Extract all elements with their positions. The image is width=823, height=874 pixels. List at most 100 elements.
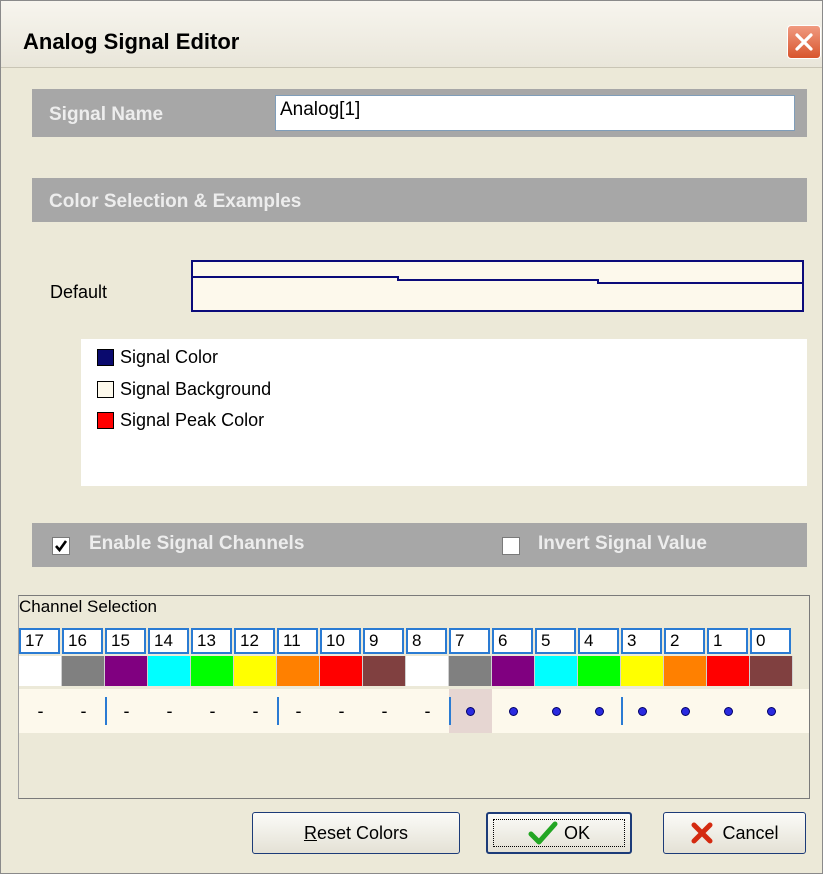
- channel-enabled-dot: [767, 706, 776, 716]
- ok-focus-ring: [493, 819, 625, 847]
- channel-state-cell[interactable]: [535, 689, 578, 733]
- color-section-label: Color Selection & Examples: [49, 191, 302, 212]
- title-bar[interactable]: Analog Signal Editor: [1, 1, 822, 68]
- channel-color-cell[interactable]: [105, 656, 148, 686]
- channel-number[interactable]: 7: [449, 628, 490, 654]
- signal-preview[interactable]: [191, 260, 804, 312]
- reset-colors-button[interactable]: Reset Colors: [252, 812, 460, 854]
- channel-color-cell[interactable]: [191, 656, 234, 686]
- channel-number[interactable]: 5: [535, 628, 576, 654]
- legend-item-signal-color[interactable]: Signal Color: [97, 346, 218, 368]
- channel-state-cell[interactable]: -: [191, 689, 234, 733]
- channel-color-cell[interactable]: [535, 656, 578, 686]
- channel-group-separator: [449, 697, 451, 725]
- channel-color-cell[interactable]: [62, 656, 105, 686]
- signal-preview-trace: [193, 276, 802, 284]
- channel-number[interactable]: 15: [105, 628, 146, 654]
- channel-disabled-mark: -: [338, 700, 345, 721]
- channel-number[interactable]: 13: [191, 628, 232, 654]
- swatch-signal-color: [97, 348, 114, 366]
- channel-number[interactable]: 14: [148, 628, 189, 654]
- channel-color-cell[interactable]: [707, 656, 750, 686]
- close-button[interactable]: [787, 25, 821, 59]
- legend-item-signal-background[interactable]: Signal Background: [97, 378, 271, 400]
- swatch-signal-background: [97, 380, 114, 398]
- channel-color-cell[interactable]: [277, 656, 320, 686]
- channel-state-cell[interactable]: -: [19, 689, 62, 733]
- channel-disabled-mark: -: [209, 700, 216, 721]
- channel-color-cell[interactable]: [750, 656, 793, 686]
- reset-colors-mnemonic: R: [303, 822, 317, 843]
- channel-state-cell[interactable]: -: [277, 689, 320, 733]
- swatch-signal-peak: [97, 411, 114, 429]
- channel-state-row: ----------: [19, 689, 809, 733]
- signal-name-input[interactable]: Analog[1]: [275, 95, 795, 131]
- channel-color-cell[interactable]: [664, 656, 707, 686]
- channel-color-cell[interactable]: [578, 656, 621, 686]
- channel-color-cell[interactable]: [148, 656, 191, 686]
- enable-channels-checkbox[interactable]: [52, 537, 70, 555]
- channel-color-cell[interactable]: [363, 656, 406, 686]
- cancel-label: Cancel: [722, 822, 779, 843]
- channel-number[interactable]: 6: [492, 628, 533, 654]
- channel-disabled-mark: -: [381, 700, 388, 721]
- channel-group-separator: [621, 697, 623, 725]
- invert-value-checkbox[interactable]: [502, 537, 520, 555]
- channel-state-cell[interactable]: -: [363, 689, 406, 733]
- channel-color-cell[interactable]: [406, 656, 449, 686]
- channel-number[interactable]: 1: [707, 628, 748, 654]
- channel-number[interactable]: 3: [621, 628, 662, 654]
- channel-color-cell[interactable]: [449, 656, 492, 686]
- channel-color-cell[interactable]: [19, 656, 62, 686]
- checkmark-icon: [55, 540, 68, 553]
- channel-enabled-dot: [724, 706, 733, 716]
- channel-state-cell[interactable]: -: [320, 689, 363, 733]
- channel-state-cell[interactable]: [750, 689, 793, 733]
- channel-number-row: 17 16 15 14 13 12 11 10 9 8 7 6 5 4 3 2 …: [19, 628, 809, 654]
- channel-enabled-dot: [466, 706, 475, 716]
- channel-disabled-mark: -: [424, 700, 431, 721]
- channel-number[interactable]: 11: [277, 628, 318, 654]
- channel-state-cell[interactable]: [449, 689, 492, 733]
- channel-state-cell[interactable]: [621, 689, 664, 733]
- ok-button[interactable]: OK: [486, 812, 632, 854]
- channel-enabled-dot: [552, 706, 561, 716]
- channel-color-cell[interactable]: [234, 656, 277, 686]
- channel-number[interactable]: 12: [234, 628, 275, 654]
- channel-number[interactable]: 8: [406, 628, 447, 654]
- channel-state-cell[interactable]: [578, 689, 621, 733]
- channel-state-cell[interactable]: -: [62, 689, 105, 733]
- default-label: Default: [50, 282, 108, 302]
- legend-label: Signal Color: [120, 346, 219, 367]
- analog-signal-editor-window: Analog Signal Editor Signal Name Analog[…: [0, 0, 823, 874]
- color-legend-list: Signal Color Signal Background Signal Pe…: [81, 339, 807, 486]
- channel-number[interactable]: 10: [320, 628, 361, 654]
- close-icon: [795, 33, 813, 51]
- channel-number[interactable]: 9: [363, 628, 404, 654]
- signal-name-label: Signal Name: [49, 104, 164, 125]
- channel-state-cell[interactable]: [492, 689, 535, 733]
- channel-color-cell[interactable]: [492, 656, 535, 686]
- channel-color-row: [19, 656, 809, 686]
- channel-number[interactable]: 4: [578, 628, 619, 654]
- channel-state-cell[interactable]: -: [148, 689, 191, 733]
- channel-number[interactable]: 16: [62, 628, 103, 654]
- channel-state-cell[interactable]: [664, 689, 707, 733]
- channel-disabled-mark: -: [295, 700, 302, 721]
- channel-state-cell[interactable]: [707, 689, 750, 733]
- channel-enabled-dot: [595, 706, 604, 716]
- cancel-button[interactable]: Cancel: [663, 812, 806, 854]
- channel-state-cell[interactable]: -: [406, 689, 449, 733]
- channel-disabled-mark: -: [80, 700, 87, 721]
- channel-number[interactable]: 2: [664, 628, 705, 654]
- channel-color-cell[interactable]: [621, 656, 664, 686]
- reset-colors-label: eset Colors: [316, 822, 409, 843]
- legend-item-signal-peak[interactable]: Signal Peak Color: [97, 409, 264, 431]
- channel-disabled-mark: -: [166, 700, 173, 721]
- channel-number[interactable]: 0: [750, 628, 791, 654]
- channel-state-cell[interactable]: -: [234, 689, 277, 733]
- channel-number[interactable]: 17: [19, 628, 60, 654]
- channel-state-cell[interactable]: -: [105, 689, 148, 733]
- channel-color-cell[interactable]: [320, 656, 363, 686]
- cancel-x-icon: [691, 822, 713, 844]
